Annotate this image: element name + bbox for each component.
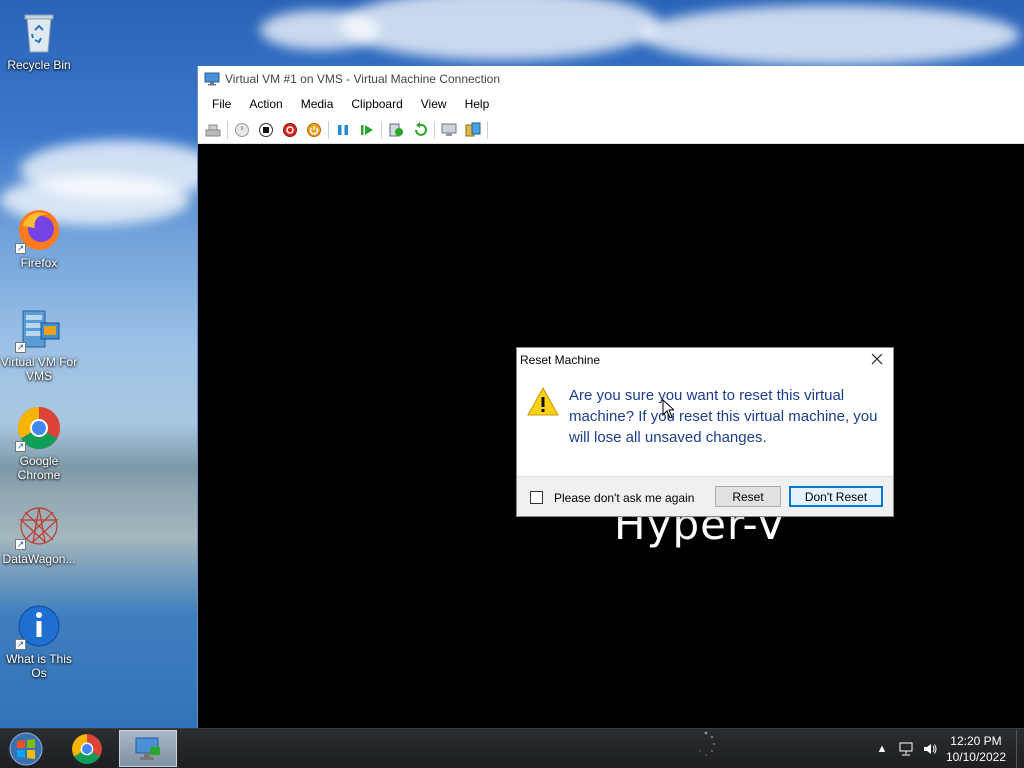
- desktop-icon-label: Firefox: [20, 256, 58, 270]
- desktop-icon-info[interactable]: ↗ What is This Os: [0, 602, 79, 680]
- close-icon[interactable]: [869, 351, 885, 367]
- desktop-icon-label: What is This Os: [6, 652, 72, 680]
- show-hidden-icons-icon[interactable]: ▲: [873, 740, 891, 758]
- dont-reset-button[interactable]: Don't Reset: [789, 486, 883, 507]
- start-icon[interactable]: [232, 120, 252, 140]
- chrome-icon: ↗: [15, 404, 63, 452]
- desktop-icon-hyperv[interactable]: ↗ Virtual VM For VMS: [0, 305, 79, 383]
- info-icon: ↗: [15, 602, 63, 650]
- vm-connection-icon: [135, 737, 160, 760]
- volume-icon[interactable]: [921, 740, 939, 758]
- menu-help[interactable]: Help: [456, 97, 499, 111]
- toolbar-separator: [328, 121, 329, 139]
- toolbar: [198, 117, 1024, 144]
- clock-time: 12:20 PM: [950, 734, 1002, 748]
- ctrl-alt-del-icon[interactable]: [203, 120, 223, 140]
- shutdown-icon[interactable]: [280, 120, 300, 140]
- share-icon[interactable]: [463, 120, 483, 140]
- dont-ask-label[interactable]: Please don't ask me again: [554, 491, 694, 505]
- clock[interactable]: 12:20 PM 10/10/2022: [946, 733, 1006, 765]
- taskbar: ▲ 12:20 PM 10/10/2022: [0, 728, 1024, 768]
- pause-icon[interactable]: [333, 120, 353, 140]
- menu-file[interactable]: File: [203, 97, 240, 111]
- reset-machine-dialog[interactable]: Reset Machine Are you sure you want to r…: [516, 347, 894, 517]
- menu-view[interactable]: View: [412, 97, 456, 111]
- datawagon-icon: ↗: [15, 502, 63, 550]
- loading-spinner-icon: [699, 731, 716, 756]
- dont-ask-checkbox[interactable]: [530, 491, 543, 504]
- network-icon[interactable]: [897, 740, 915, 758]
- windows-logo-icon: [9, 732, 43, 766]
- clock-date: 10/10/2022: [945, 750, 1006, 764]
- dialog-body: Are you sure you want to reset this virt…: [517, 372, 893, 476]
- toolbar-separator: [487, 121, 488, 139]
- start-button[interactable]: [6, 731, 46, 767]
- recycle-bin-icon: [15, 8, 63, 56]
- menu-action[interactable]: Action: [240, 97, 291, 111]
- toolbar-separator: [434, 121, 435, 139]
- wallpaper-cloud: [340, 0, 660, 60]
- dialog-footer: Please don't ask me again Reset Don't Re…: [517, 476, 893, 516]
- show-desktop-button[interactable]: [1016, 730, 1024, 768]
- menu-bar: File Action Media Clipboard View Help: [198, 91, 1024, 117]
- hyperv-manager-icon: ↗: [15, 305, 63, 353]
- system-tray: ▲ 12:20 PM 10/10/2022: [870, 729, 1024, 768]
- turn-off-icon[interactable]: [256, 120, 276, 140]
- desktop-icon-datawagon[interactable]: ↗ DataWagon...: [0, 502, 79, 566]
- mouse-cursor-icon: [662, 399, 674, 419]
- toolbar-separator: [381, 121, 382, 139]
- revert-icon[interactable]: [410, 120, 430, 140]
- menu-media[interactable]: Media: [292, 97, 343, 111]
- warning-icon: [527, 386, 559, 418]
- toolbar-separator: [227, 121, 228, 139]
- desktop-icon-label: DataWagon...: [2, 552, 76, 566]
- dialog-message: Are you sure you want to reset this virt…: [569, 387, 878, 446]
- desktop-icon-chrome[interactable]: ↗ Google Chrome: [0, 404, 79, 482]
- resume-icon[interactable]: [357, 120, 377, 140]
- dialog-title: Reset Machine: [520, 353, 601, 367]
- window-title: Virtual VM #1 on VMS - Virtual Machine C…: [225, 71, 501, 86]
- taskbar-chrome[interactable]: [58, 730, 116, 767]
- dialog-title-bar[interactable]: Reset Machine: [517, 348, 893, 372]
- enhanced-session-icon[interactable]: [439, 120, 459, 140]
- reset-button[interactable]: Reset: [715, 486, 781, 507]
- power-icon[interactable]: [304, 120, 324, 140]
- checkpoint-icon[interactable]: [386, 120, 406, 140]
- taskbar-vm-connection[interactable]: [119, 730, 177, 767]
- chrome-icon: [72, 733, 102, 764]
- desktop-icon-recycle-bin[interactable]: Recycle Bin: [0, 8, 79, 72]
- vm-connection-icon: [204, 72, 220, 86]
- window-title-bar[interactable]: Virtual VM #1 on VMS - Virtual Machine C…: [198, 66, 1024, 91]
- desktop-icon-firefox[interactable]: ↗ Firefox: [0, 206, 79, 270]
- desktop-icon-label: Google Chrome: [17, 454, 61, 482]
- wallpaper-cloud: [640, 5, 1020, 65]
- desktop-icon-label: Recycle Bin: [7, 58, 71, 72]
- firefox-icon: ↗: [15, 206, 63, 254]
- menu-clipboard[interactable]: Clipboard: [342, 97, 411, 111]
- desktop-icon-label: Virtual VM For VMS: [0, 355, 78, 383]
- wallpaper-cloud: [260, 10, 380, 50]
